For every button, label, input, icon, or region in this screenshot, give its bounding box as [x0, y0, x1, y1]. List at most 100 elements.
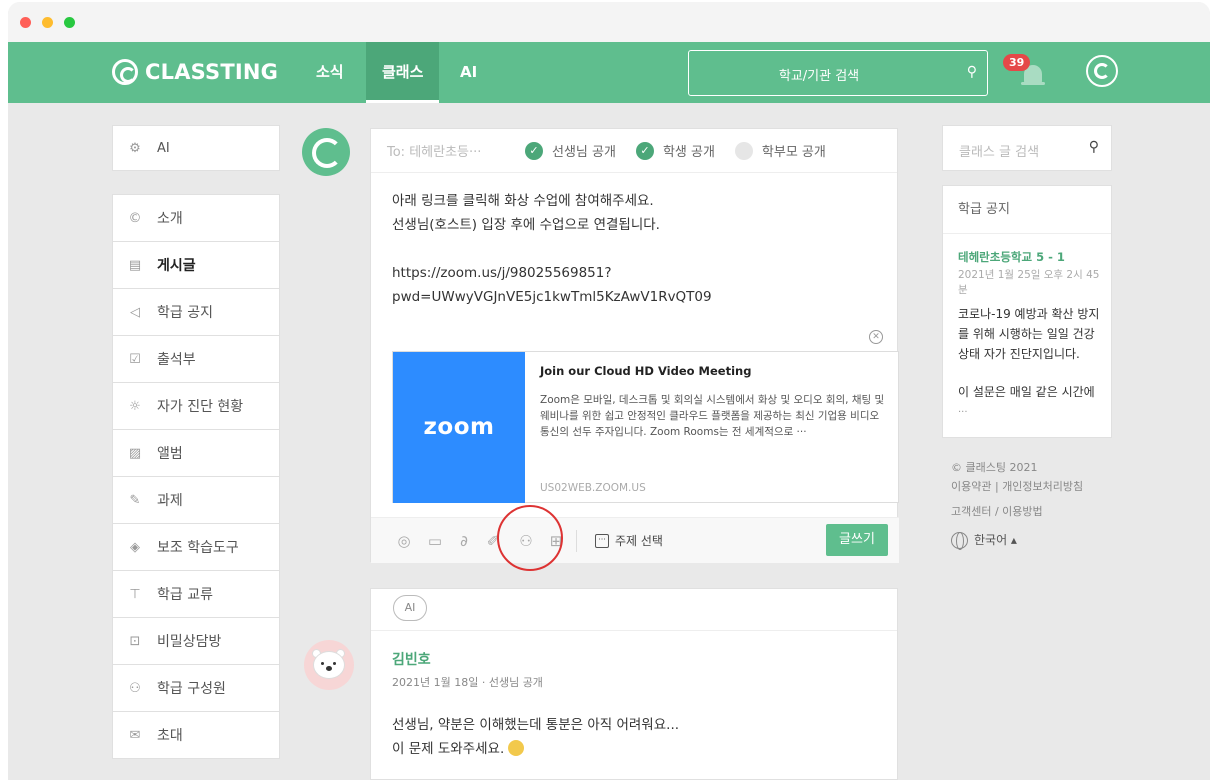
- sidebar-item-notice[interactable]: ◁ 학급 공지: [112, 288, 280, 336]
- language-selector[interactable]: 한국어 ▴: [951, 531, 1083, 550]
- recipient-selector[interactable]: To: 테헤란초등···: [371, 141, 525, 160]
- body-line: [392, 237, 882, 261]
- search-placeholder: 학교/기관 검색: [778, 69, 860, 84]
- privacy-link[interactable]: 개인정보처리방침: [1002, 480, 1083, 493]
- sidebar-menu: © 소개 ▤ 게시글 ◁ 학급 공지 ☑ 출석부 ☼ 자가 진단 현황 ▨ 앨범 ✎ 과제 ◈…: [112, 194, 280, 759]
- album-icon: ▨: [128, 445, 142, 461]
- sidebar-item-label: 보조 학습도구: [157, 540, 239, 556]
- sidebar-item-album[interactable]: ▨ 앨범: [112, 429, 280, 477]
- post-line: 이 문제 도와주세요.: [392, 741, 505, 757]
- sidebar-item-self-check[interactable]: ☼ 자가 진단 현황: [112, 382, 280, 430]
- tab-ai[interactable]: AI: [444, 42, 493, 103]
- search-icon[interactable]: ⚲: [967, 64, 977, 80]
- remove-preview-icon[interactable]: ✕: [869, 330, 883, 344]
- sidebar-item-label: 학급 교류: [157, 587, 213, 603]
- school-search-input[interactable]: 학교/기관 검색 ⚲: [688, 50, 988, 96]
- close-dot[interactable]: [20, 17, 31, 28]
- copyright-icon: ©: [128, 210, 142, 226]
- sidebar-item-posts[interactable]: ▤ 게시글: [112, 241, 280, 289]
- sidebar-item-label: 앨범: [157, 446, 183, 462]
- post-body: 선생님, 약분은 이해했는데 통분은 아직 어려워요... 이 문제 도와주세요…: [392, 713, 679, 761]
- notification-badge: 39: [1003, 54, 1031, 71]
- support-link[interactable]: 고객센터 / 이용방법: [951, 502, 1083, 521]
- classting-logo[interactable]: CLASSTING: [112, 57, 278, 87]
- sidebar-item-ai[interactable]: ⚙ AI: [112, 125, 280, 171]
- visibility-parent-toggle[interactable]: 학부모 공개: [734, 141, 826, 160]
- notice-header: 학급 공지: [943, 186, 1111, 234]
- globe-icon: [951, 532, 968, 550]
- post-card: AI 김빈호 2021년 1월 18일 · 선생님 공개 선생님, 약분은 이해…: [370, 588, 898, 780]
- profile-icon[interactable]: [1086, 55, 1118, 87]
- topic-label: 주제 선택: [615, 534, 663, 548]
- sidebar-item-invite[interactable]: ✉ 초대: [112, 711, 280, 759]
- megaphone-icon: ◁: [130, 304, 140, 320]
- body-line: 선생님(호스트) 입장 후에 수업으로 연결됩니다.: [392, 217, 660, 233]
- camera-icon[interactable]: ◎: [395, 532, 413, 550]
- invite-icon: ✉: [129, 727, 141, 743]
- body-line: 아래 링크를 클릭해 화상 수업에 참여해주세요.: [392, 193, 654, 209]
- terms-link[interactable]: 이용약관: [951, 480, 991, 493]
- sidebar-item-members[interactable]: ⚇ 학급 구성원: [112, 664, 280, 712]
- site-footer: © 클래스팅 2021 이용약관 | 개인정보처리방침 고객센터 / 이용방법 …: [951, 458, 1083, 550]
- link-preview[interactable]: zoom Join our Cloud HD Video Meeting Zoo…: [392, 351, 899, 503]
- preview-title: Join our Cloud HD Video Meeting: [540, 364, 752, 378]
- sun-icon: ☼: [129, 398, 141, 414]
- search-icon[interactable]: ⚲: [1089, 139, 1099, 155]
- topic-selector[interactable]: ··· 주제 선택: [595, 532, 663, 549]
- notice-school: 테헤란초등학교 5 - 1: [958, 250, 1065, 264]
- ai-tag[interactable]: AI: [393, 595, 427, 621]
- class-avatar: [302, 128, 350, 176]
- topic-icon: ···: [595, 533, 609, 548]
- sidebar-item-label: 학급 구성원: [157, 681, 226, 697]
- exchange-icon: ⊤: [129, 586, 141, 602]
- copyright-text: © 클래스팅 2021: [951, 461, 1038, 474]
- preview-description: Zoom은 모바일, 데스크톱 및 회의실 시스템에서 화상 및 오디오 회의,…: [540, 394, 885, 438]
- unchecked-icon: [734, 141, 753, 160]
- sidebar-item-label: AI: [157, 140, 170, 156]
- check-icon: ✓: [635, 141, 654, 160]
- class-sidebar: ⚙ AI © 소개 ▤ 게시글 ◁ 학급 공지 ☑ 출석부 ☼ 자가 진단 현황 ▨ 앨범 …: [112, 125, 280, 759]
- preview-url: US02WEB.ZOOM.US: [540, 482, 646, 494]
- maximize-dot[interactable]: [64, 17, 75, 28]
- pencil-icon: ✎: [129, 492, 141, 508]
- class-post-search-input[interactable]: 클래스 글 검색 ⚲: [942, 125, 1112, 171]
- sidebar-item-label: 출석부: [157, 352, 196, 368]
- visibility-student-toggle[interactable]: ✓ 학생 공개: [635, 141, 715, 160]
- visibility-teacher-toggle[interactable]: ✓ 선생님 공개: [525, 141, 616, 160]
- sidebar-item-label: 초대: [157, 728, 183, 744]
- tab-news[interactable]: 소식: [300, 42, 360, 103]
- class-notice-card[interactable]: 학급 공지 테헤란초등학교 5 - 1 2021년 1월 25일 오후 2시 4…: [942, 185, 1112, 438]
- notice-body-second: 이 설문은 매일 같은 시간에: [958, 385, 1095, 399]
- write-button[interactable]: 글쓰기: [826, 524, 888, 556]
- sidebar-item-label: 소개: [157, 211, 183, 227]
- compose-card: To: 테헤란초등··· ✓ 선생님 공개 ✓ 학생 공개 학부모 공개 아래 링크…: [370, 128, 899, 563]
- visibility-label: 학생 공개: [662, 145, 715, 160]
- sidebar-item-secret-chat[interactable]: ⊡ 비밀상담방: [112, 617, 280, 665]
- classting-logo-icon: [112, 59, 138, 85]
- sidebar-item-attendance[interactable]: ☑ 출석부: [112, 335, 280, 383]
- post-author[interactable]: 김빈호: [392, 649, 431, 669]
- tab-class[interactable]: 클래스: [366, 42, 440, 103]
- browser-window: CLASSTING 소식 클래스 AI 학교/기관 검색 ⚲ 39 ⚙ AI ©…: [8, 2, 1210, 780]
- minimize-dot[interactable]: [42, 17, 53, 28]
- sidebar-item-exchange[interactable]: ⊤ 학급 교류: [112, 570, 280, 618]
- check-icon: ✓: [525, 141, 543, 160]
- compose-textarea[interactable]: 아래 링크를 클릭해 화상 수업에 참여해주세요. 선생님(호스트) 입장 후에…: [392, 189, 882, 309]
- visibility-label: 선생님 공개: [552, 145, 616, 160]
- sidebar-item-assignment[interactable]: ✎ 과제: [112, 476, 280, 524]
- crying-emoji-icon: [508, 740, 525, 756]
- sidebar-item-tools[interactable]: ◈ 보조 학습도구: [112, 523, 280, 571]
- secret-chat-icon: ⊡: [129, 633, 141, 649]
- members-icon: ⚇: [129, 680, 141, 696]
- post-line: 선생님, 약분은 이해했는데 통분은 아직 어려워요...: [392, 717, 680, 733]
- user-avatar[interactable]: [304, 640, 354, 690]
- sidebar-item-intro[interactable]: © 소개: [112, 194, 280, 242]
- logo-text: CLASSTING: [145, 60, 279, 84]
- video-icon[interactable]: ▭: [426, 532, 444, 550]
- sidebar-item-label: 게시글: [157, 258, 196, 274]
- notice-body: 코로나-19 예방과 확산 방지를 위해 시행하는 일일 건강 상태 자가 진단…: [958, 307, 1100, 361]
- notice-date: 2021년 1월 25일 오후 2시 45분: [958, 269, 1100, 296]
- top-navigation: CLASSTING 소식 클래스 AI 학교/기관 검색 ⚲ 39: [8, 42, 1210, 103]
- zoom-logo: zoom: [393, 352, 525, 503]
- attachment-icon[interactable]: ∂: [455, 532, 473, 550]
